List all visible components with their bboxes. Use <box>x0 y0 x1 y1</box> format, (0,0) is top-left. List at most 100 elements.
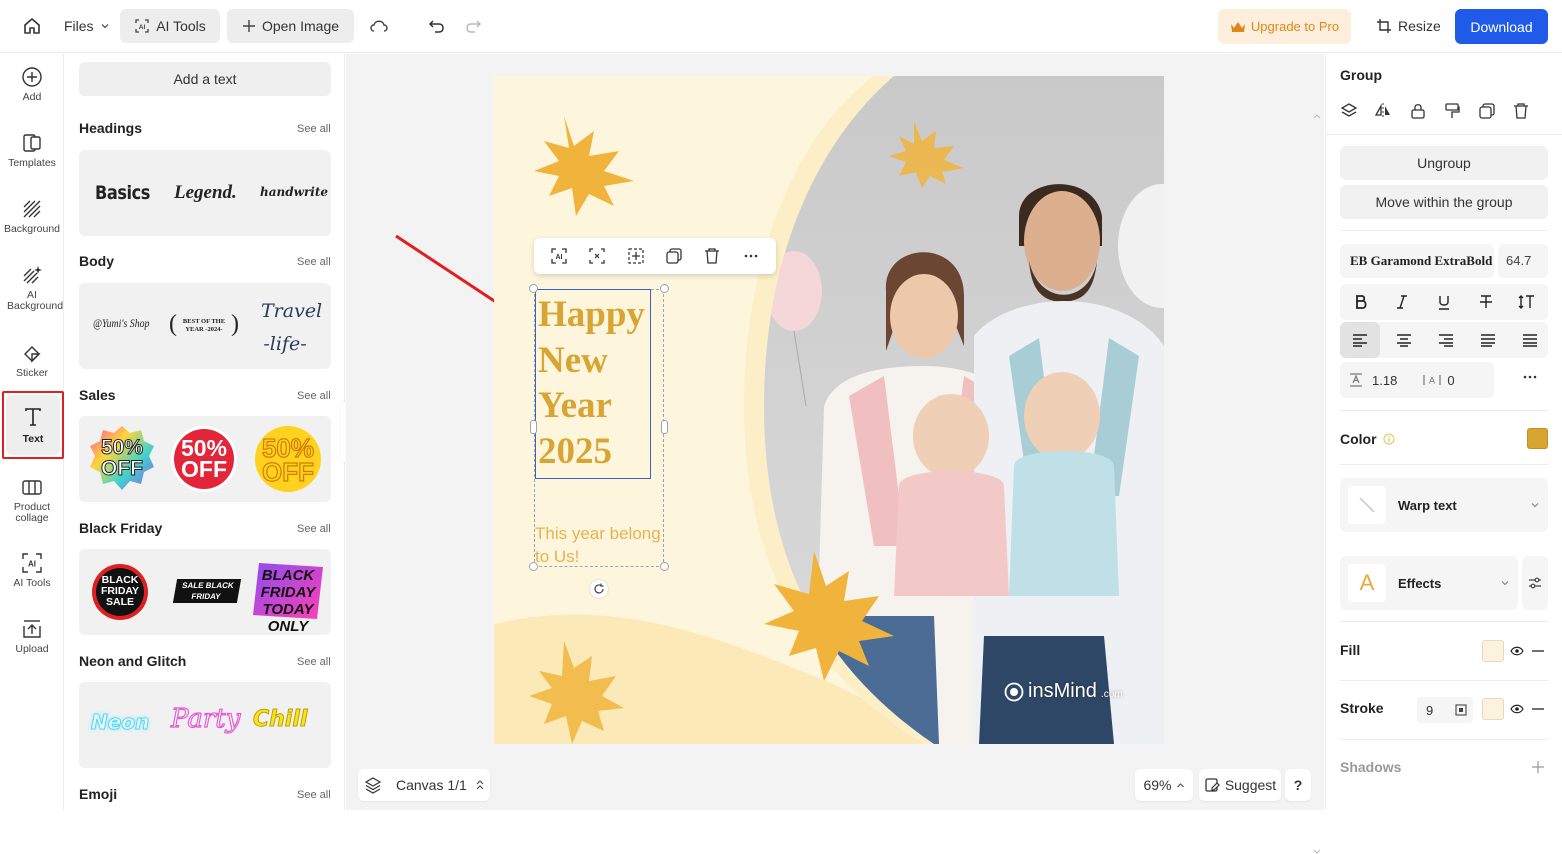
black-friday-card[interactable]: BLACK FRIDAY SALE SALE BLACK FRIDAY BLAC… <box>79 549 331 635</box>
neon-glitch-card[interactable]: Neon Party Chill <box>79 682 331 768</box>
sample-yumis-shop[interactable]: @Yumi's Shop <box>93 316 149 331</box>
strikethrough-button[interactable] <box>1468 284 1504 320</box>
eye-icon[interactable] <box>1510 646 1524 656</box>
rail-item-ai-tools[interactable]: AI AI Tools <box>0 552 64 589</box>
see-all-sales[interactable]: See all <box>297 390 331 402</box>
sample-basics[interactable]: Basics <box>95 182 150 204</box>
headings-card[interactable]: Basics Legend. handwrite <box>79 150 331 236</box>
more-text-options-button[interactable] <box>1522 374 1538 380</box>
body-card[interactable]: @Yumi's Shop ( BEST OF THE YEAR -2024- )… <box>79 283 331 369</box>
open-image-button[interactable]: Open Image <box>227 9 354 43</box>
home-button[interactable] <box>22 16 42 36</box>
vertical-scrollbar[interactable] <box>1313 114 1321 854</box>
format-painter-icon[interactable] <box>1443 102 1461 120</box>
sample-sale-red[interactable]: 50% OFF <box>169 424 239 494</box>
resize-handle[interactable] <box>660 562 669 571</box>
sample-best-of-year[interactable]: ( BEST OF THE YEAR -2024- ) <box>169 310 239 342</box>
effects-settings-button[interactable] <box>1522 556 1548 610</box>
bold-button[interactable] <box>1343 284 1379 320</box>
undo-button[interactable] <box>428 17 446 35</box>
lock-icon[interactable] <box>1409 102 1427 120</box>
font-family-select[interactable]: EB Garamond ExtraBold <box>1340 244 1494 278</box>
move-icon[interactable] <box>627 247 645 265</box>
align-left-button[interactable] <box>1340 322 1380 358</box>
select-area-icon[interactable] <box>588 247 606 265</box>
italic-button[interactable] <box>1384 284 1420 320</box>
color-swatch[interactable] <box>1527 428 1548 449</box>
resize-handle[interactable] <box>530 420 537 434</box>
canvas-pager[interactable]: Canvas 1/1 <box>358 769 490 801</box>
see-all-black-friday[interactable]: See all <box>297 523 331 535</box>
see-all-neon-glitch[interactable]: See all <box>297 656 331 668</box>
underline-button[interactable] <box>1426 284 1462 320</box>
ai-text-icon[interactable]: AI <box>550 247 568 265</box>
resize-button[interactable]: Resize <box>1366 9 1451 43</box>
cloud-sync-button[interactable] <box>368 17 390 35</box>
sample-legend[interactable]: Legend. <box>174 182 237 204</box>
sales-card[interactable]: 50% OFF 50% OFF 50% OFF <box>79 416 331 502</box>
see-all-body[interactable]: See all <box>297 256 331 268</box>
rail-item-ai-background[interactable]: AI Background <box>0 264 64 312</box>
rail-item-templates[interactable]: Templates <box>0 132 64 169</box>
suggest-button[interactable]: Suggest <box>1199 769 1281 801</box>
download-button[interactable]: Download <box>1455 9 1548 44</box>
rail-item-add[interactable]: Add <box>0 66 64 103</box>
sample-sale-rainbow[interactable]: 50% OFF <box>87 424 157 494</box>
rail-item-upload[interactable]: Upload <box>0 618 64 655</box>
heading-textbox[interactable]: Happy New Year 2025 <box>535 289 651 479</box>
sample-bf-banner[interactable]: SALE BLACK FRIDAY <box>172 579 242 603</box>
justify-button[interactable] <box>1470 322 1506 358</box>
rail-item-background[interactable]: Background <box>0 198 64 235</box>
move-within-group-button[interactable]: Move within the group <box>1340 185 1548 219</box>
line-height-value[interactable]: 1.18 <box>1372 373 1397 388</box>
rail-item-text[interactable]: Text <box>2 391 64 459</box>
minus-icon[interactable] <box>1532 650 1544 652</box>
resize-handle[interactable] <box>529 562 538 571</box>
more-icon[interactable] <box>742 247 760 265</box>
ungroup-button[interactable]: Ungroup <box>1340 146 1548 180</box>
design-canvas[interactable]: insMind .com This year belong to Us! Hap… <box>494 76 1164 744</box>
rail-item-sticker[interactable]: Sticker <box>0 342 64 379</box>
add-text-button[interactable]: Add a text <box>79 62 331 96</box>
upgrade-button[interactable]: Upgrade to Pro <box>1218 9 1351 44</box>
resize-handle[interactable] <box>661 420 668 434</box>
text-height-button[interactable] <box>1509 284 1545 320</box>
see-all-headings[interactable]: See all <box>297 123 331 135</box>
sample-handwrite[interactable]: handwrite <box>260 185 328 199</box>
align-center-button[interactable] <box>1386 322 1422 358</box>
eye-icon[interactable] <box>1510 704 1524 714</box>
chevron-up-double-icon[interactable] <box>475 779 485 791</box>
duplicate-icon[interactable] <box>1478 102 1496 120</box>
duplicate-icon[interactable] <box>665 247 683 265</box>
font-size-input[interactable]: 64.7 <box>1498 244 1548 278</box>
stroke-swatch[interactable] <box>1482 698 1504 720</box>
resize-handle[interactable] <box>660 284 669 293</box>
sample-party[interactable]: Party <box>170 703 241 734</box>
rail-item-product-collage[interactable]: Product collage <box>0 476 64 524</box>
sample-travel-life[interactable]: Travel -life- <box>261 295 322 361</box>
resize-handle[interactable] <box>529 284 538 293</box>
justify-all-button[interactable] <box>1512 322 1548 358</box>
align-right-button[interactable] <box>1428 322 1464 358</box>
trash-icon[interactable] <box>1512 102 1530 120</box>
sample-bf-gradient[interactable]: BLACK FRIDAY TODAY ONLY <box>249 561 325 635</box>
stroke-width-input[interactable]: 9 <box>1417 697 1473 723</box>
files-menu[interactable]: Files <box>54 9 120 43</box>
flip-icon[interactable] <box>1374 102 1392 120</box>
ai-tools-button[interactable]: AI AI Tools <box>120 9 220 43</box>
layers-icon[interactable] <box>1340 102 1358 120</box>
sample-chill[interactable]: Chill <box>252 707 307 733</box>
fill-swatch[interactable] <box>1482 640 1504 662</box>
trash-icon[interactable] <box>703 247 721 265</box>
sample-bf-circle[interactable]: BLACK FRIDAY SALE <box>91 563 149 621</box>
sample-sale-yellow[interactable]: 50% OFF <box>253 424 323 494</box>
effects-select[interactable]: A Effects <box>1340 556 1518 610</box>
plus-icon[interactable] <box>1532 761 1544 773</box>
layers-icon[interactable] <box>364 776 382 794</box>
rotate-handle[interactable] <box>590 580 608 598</box>
sample-neon[interactable]: Neon <box>90 710 149 735</box>
see-all-emoji[interactable]: See all <box>297 789 331 801</box>
zoom-control[interactable]: 69% <box>1135 769 1193 801</box>
warp-text-select[interactable]: Warp text <box>1340 478 1548 532</box>
help-button[interactable]: ? <box>1285 769 1311 801</box>
